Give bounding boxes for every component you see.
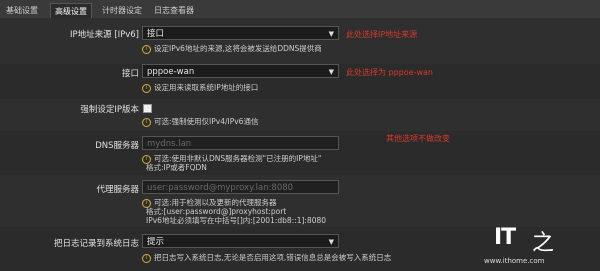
force-ip-label: 强制设定IP版本 [80,105,139,115]
tab-advanced-settings[interactable]: 高级设置 [50,3,92,19]
proxy-server-label: 代理服务器 [96,185,139,195]
log-to-syslog-select[interactable]: 提示 ▼ [142,234,339,248]
interface-value: pppoe-wan [147,67,195,77]
info-icon: i [142,253,151,263]
interface-select[interactable]: pppoe-wan ▼ [142,64,339,78]
interface-hint: i 设定用来读取系统IP地址的接口 [142,83,258,93]
interface-annotation: 此处选择为 pppoe-wan [346,68,433,77]
ip-source-annotation: 此处选择IP地址来源 [346,30,418,39]
proxy-server-format: 格式:[user:password@]proxyhost:port [146,207,287,216]
tab-log-viewer[interactable]: 日志查看器 [150,3,198,18]
ip-source-label: IP地址来源 [IPv6] [69,30,139,40]
ithome-logo: IT 之 [494,225,582,256]
force-ip-checkbox[interactable] [143,104,152,113]
ip-source-select[interactable]: 接口 ▼ [142,26,339,40]
info-icon: i [142,117,151,127]
dns-server-annotation: 其他选项不做改变 [386,134,450,143]
ithome-url: www.ithome.com [484,257,545,265]
ip-source-value: 接口 [147,29,165,39]
tab-basic-settings[interactable]: 基础设置 [2,3,42,18]
tab-bar: 基础设置 高级设置 计时器设定 日志查看器 [0,0,600,19]
proxy-server-ipv6-note: IPv6地址必须填写在中括号[]内:[2001:db8::1]:8080 [146,216,327,225]
info-icon: i [142,44,151,54]
ip-source-hint: i 设定IPv6地址的来源,这将会被发送给DDNS提供商 [142,44,322,54]
row-ip-source [0,18,600,64]
dns-server-format: 格式:IP或者FQDN [146,163,207,172]
tab-timer-settings[interactable]: 计时器设定 [98,3,146,18]
log-to-syslog-value: 提示 [147,237,165,247]
proxy-server-input[interactable]: user:password@myproxy.lan:8080 [142,180,339,194]
dns-server-input[interactable]: mydns.lan [142,136,339,150]
ithome-logo-mark: IT [494,225,516,250]
ithome-logo-char: 之 [532,231,555,256]
chevron-down-icon: ▼ [328,68,334,76]
interface-label: 接口 [121,69,139,79]
force-ip-hint: i 可选:强制使用仅IPv4/IPv6通信 [142,117,258,127]
info-icon: i [142,83,151,93]
chevron-down-icon: ▼ [328,30,334,38]
log-to-syslog-hint: i 把日志写入系统日志,无论是否启用这项,错误信息总是会被写入系统日志 [142,253,391,263]
chevron-down-icon: ▼ [328,238,334,246]
log-to-syslog-label: 把日志记录到系统日志 [53,239,139,249]
dns-server-label: DNS服务器 [95,141,139,151]
